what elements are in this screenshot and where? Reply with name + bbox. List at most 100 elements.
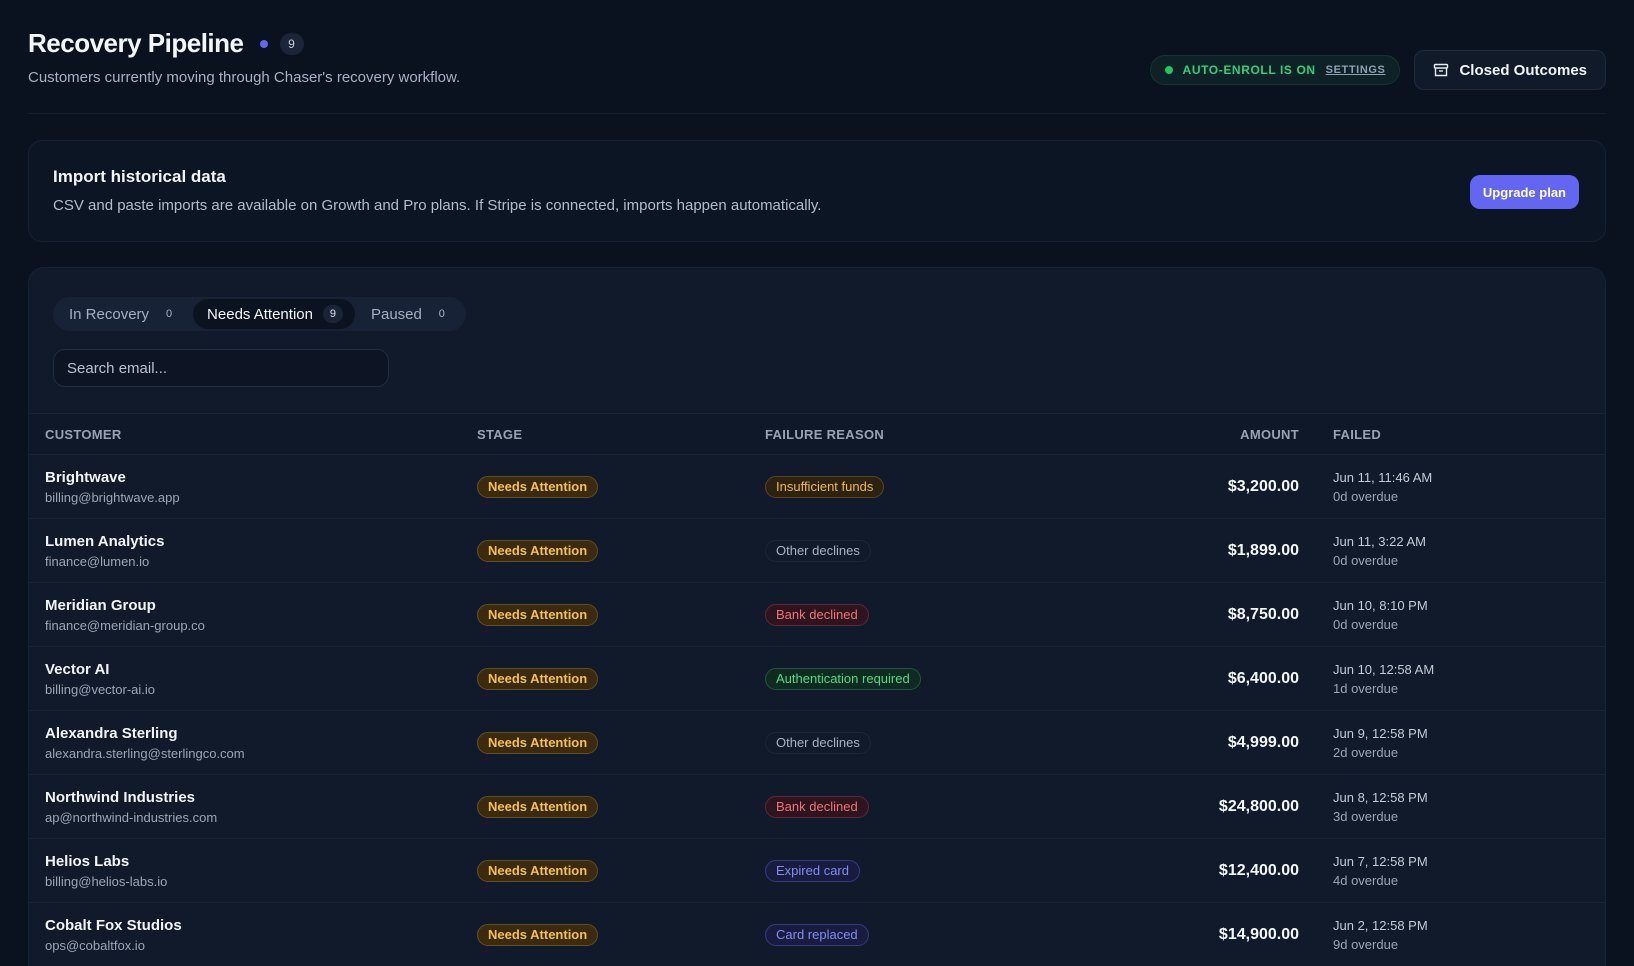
autoenroll-label: AUTO-ENROLL IS ON	[1182, 63, 1316, 77]
stage-badge: Needs Attention	[477, 539, 599, 562]
search-email-input[interactable]	[53, 349, 389, 387]
customer-cell: Meridian Group finance@meridian-group.co	[29, 597, 477, 633]
failure-reason-cell: Insufficient funds	[765, 475, 1065, 498]
customer-email: ops@cobaltfox.io	[45, 937, 145, 953]
failed-date: Jun 9, 12:58 PM	[1333, 725, 1428, 741]
amount-value: $3,200.00	[1227, 477, 1299, 495]
customer-cell: Cobalt Fox Studios ops@cobaltfox.io	[29, 917, 477, 953]
stage-badge: Needs Attention	[477, 859, 599, 882]
overdue-label: 0d overdue	[1333, 552, 1399, 568]
stage-cell: Needs Attention	[477, 859, 765, 882]
stage-cell: Needs Attention	[477, 923, 765, 946]
upgrade-plan-button[interactable]: Upgrade plan	[1469, 175, 1579, 209]
tab-count: 0	[438, 308, 445, 320]
failed-cell: Jun 10, 8:10 PM 0d overdue	[1299, 598, 1428, 632]
import-title: Import historical data	[53, 167, 226, 186]
customer-name: Vector AI	[45, 660, 110, 678]
table-row[interactable]: Brightwave billing@brightwave.app Needs …	[29, 455, 1605, 519]
header-actions: AUTO-ENROLL IS ON SETTINGS Closed Outcom…	[1149, 50, 1606, 90]
tab-label: In Recovery	[69, 305, 150, 323]
column-header-stage[interactable]: STAGE	[477, 427, 765, 442]
failed-date: Jun 11, 3:22 AM	[1333, 533, 1426, 549]
amount-cell: $24,800.00	[1065, 798, 1299, 816]
failed-date: Jun 10, 12:58 AM	[1333, 661, 1435, 677]
overdue-label: 0d overdue	[1333, 616, 1399, 632]
closed-outcomes-button[interactable]: Closed Outcomes	[1414, 50, 1606, 90]
table-row[interactable]: Cobalt Fox Studios ops@cobaltfox.io Need…	[29, 903, 1605, 966]
stage-badge: Needs Attention	[477, 667, 599, 690]
failure-reason-cell: Expired card	[765, 859, 1065, 882]
customer-cell: Brightwave billing@brightwave.app	[29, 469, 477, 505]
tab-count: 0	[165, 308, 173, 320]
customer-cell: Alexandra Sterling alexandra.sterling@st…	[29, 725, 477, 761]
amount-value: $12,400.00	[1218, 861, 1299, 879]
failed-cell: Jun 7, 12:58 PM 4d overdue	[1299, 854, 1428, 888]
customer-email: alexandra.sterling@sterlingco.com	[45, 745, 245, 761]
amount-cell: $12,400.00	[1065, 862, 1299, 880]
column-header-failed[interactable]: FAILED	[1299, 427, 1381, 442]
failure-reason-cell: Other declines	[765, 539, 1065, 562]
table-row[interactable]: Meridian Group finance@meridian-group.co…	[29, 583, 1605, 647]
customer-cell: Vector AI billing@vector-ai.io	[29, 661, 477, 697]
failed-cell: Jun 9, 12:58 PM 2d overdue	[1299, 726, 1428, 760]
recovery-panel: In Recovery 0 Needs Attention 9 Paused 0…	[28, 267, 1606, 966]
amount-value: $8,750.00	[1227, 605, 1299, 623]
failed-cell: Jun 2, 12:58 PM 9d overdue	[1299, 918, 1428, 952]
column-header-customer[interactable]: CUSTOMER	[29, 427, 477, 442]
tab-in-recovery[interactable]: In Recovery 0	[55, 299, 191, 329]
stage-cell: Needs Attention	[477, 603, 765, 626]
customer-cell: Northwind Industries ap@northwind-indust…	[29, 789, 477, 825]
customer-cell: Lumen Analytics finance@lumen.io	[29, 533, 477, 569]
customer-name: Cobalt Fox Studios	[45, 916, 182, 934]
tab-label: Needs Attention	[207, 305, 313, 323]
amount-value: $14,900.00	[1218, 925, 1299, 943]
customer-name: Alexandra Sterling	[45, 724, 178, 742]
failed-date: Jun 10, 8:10 PM	[1333, 597, 1428, 613]
customer-name: Meridian Group	[45, 596, 156, 614]
overdue-label: 2d overdue	[1333, 744, 1399, 760]
tab-needs-attention[interactable]: Needs Attention 9	[193, 299, 355, 329]
import-card: Import historical data CSV and paste imp…	[28, 140, 1606, 242]
stage-cell: Needs Attention	[477, 795, 765, 818]
column-header-amount[interactable]: AMOUNT	[1065, 427, 1299, 442]
failure-reason-badge: Other declines	[765, 539, 871, 562]
table-row[interactable]: Alexandra Sterling alexandra.sterling@st…	[29, 711, 1605, 775]
amount-value: $6,400.00	[1227, 669, 1299, 687]
page-title: Recovery Pipeline	[28, 28, 244, 58]
customer-name: Northwind Industries	[45, 788, 195, 806]
tab-label: Paused	[370, 305, 422, 323]
table-row[interactable]: Northwind Industries ap@northwind-indust…	[29, 775, 1605, 839]
stage-badge: Needs Attention	[477, 795, 599, 818]
import-description: CSV and paste imports are available on G…	[53, 197, 822, 214]
title-count-badge: 9	[279, 32, 304, 55]
customer-name: Helios Labs	[45, 852, 130, 870]
overdue-label: 3d overdue	[1333, 808, 1399, 824]
page-header: Recovery Pipeline 9 Customers currently …	[28, 28, 1606, 114]
stage-cell: Needs Attention	[477, 539, 765, 562]
failure-reason-cell: Authentication required	[765, 667, 1065, 690]
column-header-failure-reason[interactable]: FAILURE REASON	[765, 427, 1065, 442]
stage-cell: Needs Attention	[477, 731, 765, 754]
table-row[interactable]: Helios Labs billing@helios-labs.io Needs…	[29, 839, 1605, 903]
closed-outcomes-label: Closed Outcomes	[1459, 61, 1587, 79]
status-dot-icon	[1164, 66, 1173, 74]
status-tabs: In Recovery 0 Needs Attention 9 Paused 0	[53, 297, 466, 331]
failure-reason-badge: Bank declined	[765, 603, 869, 626]
table-row[interactable]: Vector AI billing@vector-ai.io Needs Att…	[29, 647, 1605, 711]
customer-name: Brightwave	[45, 468, 126, 486]
customer-name: Lumen Analytics	[45, 532, 165, 550]
failure-reason-badge: Authentication required	[765, 667, 921, 690]
failure-reason-badge: Card replaced	[765, 923, 869, 946]
settings-link[interactable]: SETTINGS	[1326, 64, 1386, 76]
failed-cell: Jun 11, 3:22 AM 0d overdue	[1299, 534, 1426, 568]
amount-value: $24,800.00	[1218, 797, 1299, 815]
title-indicator-dot	[259, 39, 268, 48]
amount-value: $1,899.00	[1227, 541, 1299, 559]
stage-cell: Needs Attention	[477, 667, 765, 690]
customer-email: billing@brightwave.app	[45, 489, 180, 505]
tab-paused[interactable]: Paused 0	[357, 299, 464, 329]
table-row[interactable]: Lumen Analytics finance@lumen.io Needs A…	[29, 519, 1605, 583]
failure-reason-cell: Bank declined	[765, 795, 1065, 818]
archive-icon	[1434, 63, 1449, 77]
overdue-label: 9d overdue	[1333, 936, 1399, 952]
